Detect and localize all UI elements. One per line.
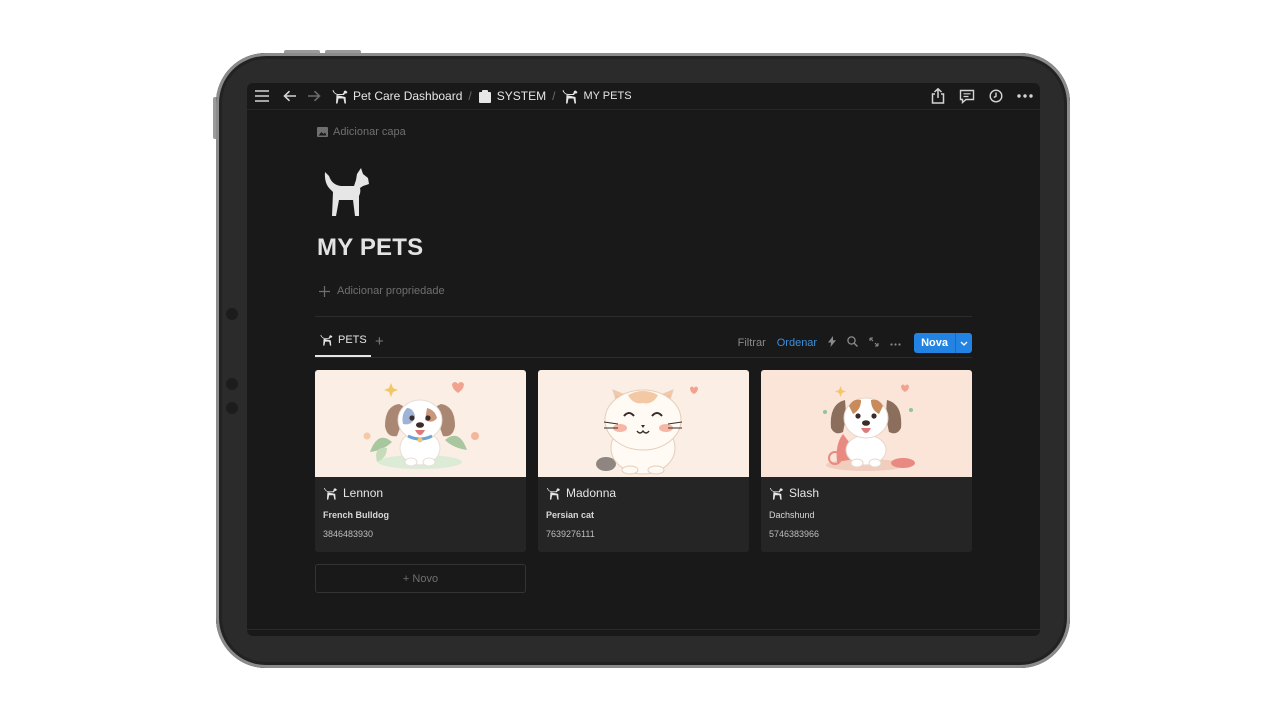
dog-icon (320, 334, 333, 346)
pet-phone: 3846483930 (323, 529, 374, 539)
clipboard-icon (478, 89, 491, 103)
sort-button[interactable]: Ordenar (777, 337, 817, 349)
image-icon (317, 127, 328, 137)
dog-icon (546, 487, 560, 500)
breadcrumb-label: MY PETS (583, 90, 632, 102)
pet-name: Madonna (566, 486, 617, 500)
topbar-actions (929, 87, 1034, 105)
add-cover-button[interactable]: Adicionar capa (317, 126, 406, 138)
cartoon-beagle (761, 370, 972, 477)
tab-pets[interactable]: PETS (319, 334, 367, 346)
pet-breed: Dachshund (769, 510, 815, 520)
breadcrumb-label: Pet Care Dashboard (353, 89, 463, 103)
camera-dot (226, 402, 238, 414)
tab-label: PETS (338, 334, 367, 346)
breadcrumb-separator: / (468, 89, 472, 103)
dog-icon (769, 487, 783, 500)
breadcrumb-item-pet-care[interactable]: Pet Care Dashboard (331, 89, 462, 104)
chevron-down-icon[interactable] (955, 333, 972, 353)
lightning-icon[interactable] (828, 336, 837, 350)
pet-card-lennon[interactable]: Lennon French Bulldog 3846483930 (315, 370, 526, 552)
add-cover-label: Adicionar capa (333, 126, 406, 138)
pet-breed: French Bulldog (323, 510, 389, 520)
new-record-button: Nova (914, 333, 972, 353)
hamburger-icon[interactable] (253, 87, 271, 105)
divider (315, 316, 972, 317)
card-title: Slash (768, 486, 819, 500)
database-actions: Filtrar Ordenar Nova (738, 333, 972, 353)
pet-name: Slash (789, 486, 820, 500)
stage: Pet Care Dashboard / SYSTEM / MY PETS Ad… (0, 0, 1280, 720)
breadcrumb-item-my-pets[interactable]: MY PETS (561, 89, 632, 104)
pet-card-madonna[interactable]: Madonna Persian cat 7639276111 (538, 370, 749, 552)
comment-icon[interactable] (958, 87, 976, 105)
search-icon[interactable] (847, 336, 859, 350)
dog-icon (323, 487, 337, 500)
pet-card-slash[interactable]: Slash Dachshund 5746383966 (761, 370, 972, 552)
dog-icon[interactable] (319, 166, 371, 220)
add-new-card-button[interactable]: + Novo (315, 564, 526, 593)
dog-icon (562, 89, 578, 103)
add-property-label: Adicionar propriedade (337, 285, 445, 297)
arrow-right-icon[interactable] (305, 87, 323, 105)
add-view-button[interactable]: + (375, 333, 384, 350)
plus-icon (319, 285, 330, 297)
dog-icon (332, 89, 348, 103)
new-record-button-label[interactable]: Nova (914, 333, 955, 353)
more-icon[interactable] (890, 337, 901, 349)
page-title[interactable]: MY PETS (317, 234, 423, 262)
cartoon-cat (538, 370, 749, 477)
divider (315, 357, 972, 358)
divider (247, 629, 1040, 630)
breadcrumb: Pet Care Dashboard / SYSTEM / MY PETS (331, 89, 632, 104)
card-title: Lennon (322, 486, 383, 500)
pet-breed: Persian cat (546, 510, 595, 520)
pet-phone: 7639276111 (546, 529, 595, 539)
more-icon[interactable] (1016, 87, 1034, 105)
database-toolbar: PETS + Filtrar Ordenar Nova (315, 331, 972, 358)
cartoon-puppy (315, 370, 526, 477)
camera-dot (226, 308, 238, 320)
arrow-left-icon[interactable] (281, 87, 299, 105)
add-property-button[interactable]: Adicionar propriedade (319, 285, 445, 297)
expand-icon[interactable] (869, 336, 879, 350)
breadcrumb-label: SYSTEM (496, 89, 547, 103)
pet-name: Lennon (343, 486, 384, 500)
clock-icon[interactable] (987, 87, 1005, 105)
share-icon[interactable] (929, 87, 947, 105)
app-screen: Pet Care Dashboard / SYSTEM / MY PETS Ad… (247, 83, 1040, 636)
card-title: Madonna (545, 486, 616, 500)
breadcrumb-item-system[interactable]: SYSTEM (478, 89, 546, 104)
top-bar: Pet Care Dashboard / SYSTEM / MY PETS (247, 83, 1040, 110)
pet-phone: 5746383966 (769, 529, 820, 539)
filter-button[interactable]: Filtrar (738, 337, 766, 349)
breadcrumb-separator: / (552, 89, 556, 103)
camera-dot (226, 378, 238, 390)
